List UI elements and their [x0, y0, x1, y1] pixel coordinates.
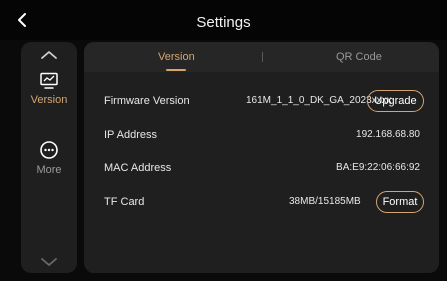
sidebar-item-version[interactable]: Version	[21, 72, 77, 106]
tab-version[interactable]: Version	[158, 51, 195, 63]
sidebar-item-label: Version	[30, 94, 68, 106]
content-panel: Version QR Code Firmware Version 161M_1_…	[84, 42, 439, 273]
sidebar-scroll-up[interactable]	[39, 48, 59, 60]
tf-card-row: TF Card 38MB/15185MB Format	[84, 189, 439, 217]
sidebar-item-label: More	[36, 164, 62, 176]
monitor-icon	[40, 72, 58, 89]
sidebar: Version More	[21, 42, 77, 273]
page-title: Settings	[196, 14, 251, 31]
more-icon	[40, 141, 58, 159]
top-bar: Settings	[0, 0, 447, 40]
chevron-down-icon	[41, 258, 57, 266]
tab-active-indicator	[166, 69, 186, 71]
firmware-version-row: Firmware Version 161M_1_1_0_DK_GA_2023xx…	[84, 88, 439, 116]
mac-address-label: MAC Address	[104, 162, 172, 174]
chevron-up-icon	[41, 51, 57, 59]
ip-address-row: IP Address 192.168.68.80	[84, 122, 439, 150]
sidebar-scroll-down[interactable]	[39, 255, 59, 267]
sidebar-item-more[interactable]: More	[21, 140, 77, 176]
format-button[interactable]: Format	[376, 191, 424, 213]
ip-address-value: 192.168.68.80	[356, 129, 420, 140]
ip-address-label: IP Address	[104, 129, 157, 141]
upgrade-button[interactable]: Upgrade	[367, 90, 424, 112]
tab-qr-code[interactable]: QR Code	[336, 51, 382, 63]
tf-card-label: TF Card	[104, 196, 145, 208]
tab-divider	[262, 52, 263, 62]
tf-card-value: 38MB/15185MB	[289, 196, 361, 207]
tab-bar: Version QR Code	[84, 42, 439, 72]
mac-address-value: BA:E9:22:06:66:92	[336, 162, 420, 173]
mac-address-row: MAC Address BA:E9:22:06:66:92	[84, 155, 439, 183]
firmware-version-label: Firmware Version	[104, 95, 190, 107]
